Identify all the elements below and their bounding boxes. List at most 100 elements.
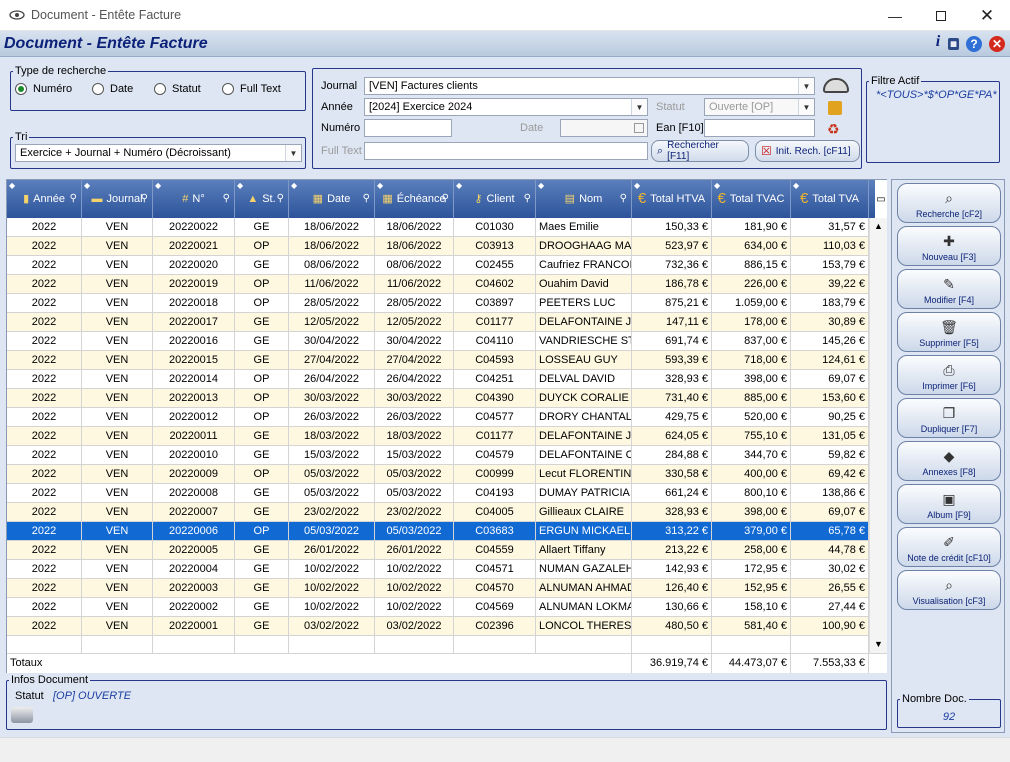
filter-magnifier-icon[interactable]: ⚲ (442, 193, 449, 205)
grid-scrollbar[interactable]: ▲ ▼ (869, 218, 887, 653)
table-cell: GE (235, 427, 289, 446)
table-row[interactable]: 2022 VEN 20220021 OP 18/06/2022 18/06/2022 C03… (7, 237, 869, 256)
table-row[interactable]: 2022 VEN 20220004 GE 10/02/2022 10/02/2022 C04… (7, 560, 869, 579)
filter-magnifier-icon[interactable]: ⚲ (620, 193, 627, 205)
column-chooser-icon[interactable]: ▭ (875, 180, 887, 218)
action-button-5[interactable]: ❐ Dupliquer [F7] (897, 398, 1001, 438)
radio-date[interactable]: Date (92, 83, 133, 95)
info-icon[interactable]: i (930, 33, 946, 50)
column-header-4[interactable]: ◆ ▦ Date ⚲ (289, 180, 375, 218)
statut-select[interactable]: Ouverte [OP] ▼ (704, 98, 815, 116)
radio-fulltext[interactable]: Full Text (222, 83, 281, 95)
sort-arrow-icon[interactable]: ◆ (84, 180, 90, 192)
scroll-down-icon[interactable]: ▼ (874, 639, 883, 649)
table-row[interactable]: 2022 VEN 20220013 OP 30/03/2022 30/03/2022 C04… (7, 389, 869, 408)
calculator-icon[interactable]: ▦ (948, 38, 959, 50)
action-button-6[interactable]: ◆ Annexes [F8] (897, 441, 1001, 481)
sort-arrow-icon[interactable]: ◆ (538, 180, 544, 192)
action-button-9[interactable]: ⌕ Visualisation [cF3] (897, 570, 1001, 610)
action-button-0[interactable]: ⌕ Recherche [cF2] (897, 183, 1001, 223)
action-button-2[interactable]: ✎ Modifier [F4] (897, 269, 1001, 309)
scanner-icon[interactable] (11, 707, 33, 723)
reset-search-button[interactable]: ☒ Init. Rech. [cF11] (755, 140, 860, 162)
scroll-up-icon[interactable]: ▲ (874, 221, 883, 231)
sort-arrow-icon[interactable]: ◆ (793, 180, 799, 192)
sort-select[interactable]: Exercice + Journal + Numéro (Décroissant… (15, 144, 302, 162)
filter-magnifier-icon[interactable]: ⚲ (524, 193, 531, 205)
table-cell: GE (235, 332, 289, 351)
table-row[interactable]: 2022 VEN 20220003 GE 10/02/2022 10/02/2022 C04… (7, 579, 869, 598)
table-row[interactable]: 2022 VEN 20220022 GE 18/06/2022 18/06/2022 C01… (7, 218, 869, 237)
action-button-4[interactable]: ⎙ Imprimer [F6] (897, 355, 1001, 395)
table-cell: 18/06/2022 (289, 237, 375, 256)
sort-arrow-icon[interactable]: ◆ (634, 180, 640, 192)
action-button-3[interactable]: 🗑 Supprimer [F5] (897, 312, 1001, 352)
table-row[interactable]: 2022 VEN 20220016 GE 30/04/2022 30/04/2022 C04… (7, 332, 869, 351)
column-header-9[interactable]: ◆ € Total TVAC (712, 180, 791, 218)
recycle-icon[interactable]: ♻ (827, 122, 843, 136)
ean-input[interactable] (704, 119, 815, 137)
table-row[interactable]: 2022 VEN 20220001 GE 03/02/2022 03/02/2022 C02… (7, 617, 869, 636)
column-header-5[interactable]: ◆ ▦ Échéance ⚲ (375, 180, 454, 218)
sort-arrow-icon[interactable]: ◆ (9, 180, 15, 192)
speedometer-icon[interactable] (823, 78, 849, 93)
column-header-1[interactable]: ◆ ▬ Journal ⚲ (82, 180, 153, 218)
journal-dropdown-icon[interactable]: ▼ (798, 78, 814, 94)
table-row[interactable]: 2022 VEN 20220011 GE 18/03/2022 18/03/2022 C01… (7, 427, 869, 446)
action-button-8[interactable]: ✐ Note de crédit [cF10] (897, 527, 1001, 567)
annee-select[interactable]: [2024] Exercice 2024 ▼ (364, 98, 648, 116)
calendar-icon[interactable] (634, 123, 644, 133)
table-row[interactable]: 2022 VEN 20220010 GE 15/03/2022 15/03/2022 C04… (7, 446, 869, 465)
action-button-1[interactable]: ✚ Nouveau [F3] (897, 226, 1001, 266)
statut-dropdown-icon[interactable]: ▼ (798, 99, 814, 115)
sort-arrow-icon[interactable]: ◆ (237, 180, 243, 192)
filter-magnifier-icon[interactable]: ⚲ (141, 193, 148, 205)
numero-input[interactable] (364, 119, 452, 137)
close-form-icon[interactable]: ✕ (989, 36, 1005, 52)
table-row[interactable]: 2022 VEN 20220018 OP 28/05/2022 28/05/2022 C03… (7, 294, 869, 313)
close-window-button[interactable]: ✕ (964, 0, 1010, 31)
sort-arrow-icon[interactable]: ◆ (714, 180, 720, 192)
folder-filter-icon[interactable] (828, 101, 842, 115)
table-row[interactable]: 2022 VEN 20220005 GE 26/01/2022 26/01/2022 C04… (7, 541, 869, 560)
date-input[interactable] (560, 119, 648, 137)
table-row[interactable]: 2022 VEN 20220008 GE 05/03/2022 05/03/2022 C04… (7, 484, 869, 503)
table-row[interactable]: 2022 VEN 20220007 GE 23/02/2022 23/02/2022 C04… (7, 503, 869, 522)
filter-magnifier-icon[interactable]: ⚲ (277, 193, 284, 205)
sort-arrow-icon[interactable]: ◆ (456, 180, 462, 192)
search-button[interactable]: ⌕ Rechercher [F11] (651, 140, 749, 162)
column-header-6[interactable]: ◆ ⚷ Client ⚲ (454, 180, 536, 218)
table-row[interactable]: 2022 VEN 20220009 OP 05/03/2022 05/03/2022 C00… (7, 465, 869, 484)
help-icon[interactable]: ? (966, 36, 982, 52)
sort-arrow-icon[interactable]: ◆ (155, 180, 161, 192)
maximize-button[interactable] (918, 0, 964, 31)
column-header-2[interactable]: ◆ # N° ⚲ (153, 180, 235, 218)
fulltext-input[interactable] (364, 142, 648, 160)
filter-magnifier-icon[interactable]: ⚲ (223, 193, 230, 205)
journal-select[interactable]: [VEN] Factures clients ▼ (364, 77, 815, 95)
column-header-10[interactable]: ◆ € Total TVA (791, 180, 869, 218)
column-header-0[interactable]: ◆ ▮ Année ⚲ (7, 180, 82, 218)
table-row[interactable]: 2022 VEN 20220017 GE 12/05/2022 12/05/2022 C01… (7, 313, 869, 332)
sort-arrow-icon[interactable]: ◆ (377, 180, 383, 192)
sort-dropdown-icon[interactable]: ▼ (285, 145, 301, 161)
table-row[interactable]: 2022 VEN 20220014 OP 26/04/2022 26/04/2022 C04… (7, 370, 869, 389)
table-row[interactable]: 2022 VEN 20220002 GE 10/02/2022 10/02/2022 C04… (7, 598, 869, 617)
radio-numero[interactable]: Numéro (15, 83, 72, 95)
column-header-3[interactable]: ◆ ▲ St. ⚲ (235, 180, 289, 218)
table-row[interactable]: 2022 VEN 20220012 OP 26/03/2022 26/03/2022 C04… (7, 408, 869, 427)
filter-magnifier-icon[interactable]: ⚲ (70, 193, 77, 205)
action-button-7[interactable]: ▣ Album [F9] (897, 484, 1001, 524)
table-row[interactable]: 2022 VEN 20220015 GE 27/04/2022 27/04/2022 C04… (7, 351, 869, 370)
table-row[interactable]: 2022 VEN 20220006 OP 05/03/2022 05/03/2022 C03… (7, 522, 869, 541)
filter-magnifier-icon[interactable]: ⚲ (363, 193, 370, 205)
radio-statut[interactable]: Statut (154, 83, 201, 95)
table-row[interactable]: 2022 VEN 20220019 OP 11/06/2022 11/06/2022 C04… (7, 275, 869, 294)
column-header-7[interactable]: ◆ ▤ Nom ⚲ (536, 180, 632, 218)
sort-arrow-icon[interactable]: ◆ (291, 180, 297, 192)
column-header-8[interactable]: ◆ € Total HTVA (632, 180, 712, 218)
table-cell: C04602 (454, 275, 536, 294)
annee-dropdown-icon[interactable]: ▼ (631, 99, 647, 115)
minimize-button[interactable]: — (872, 0, 918, 31)
table-row[interactable]: 2022 VEN 20220020 GE 08/06/2022 08/06/2022 C02… (7, 256, 869, 275)
